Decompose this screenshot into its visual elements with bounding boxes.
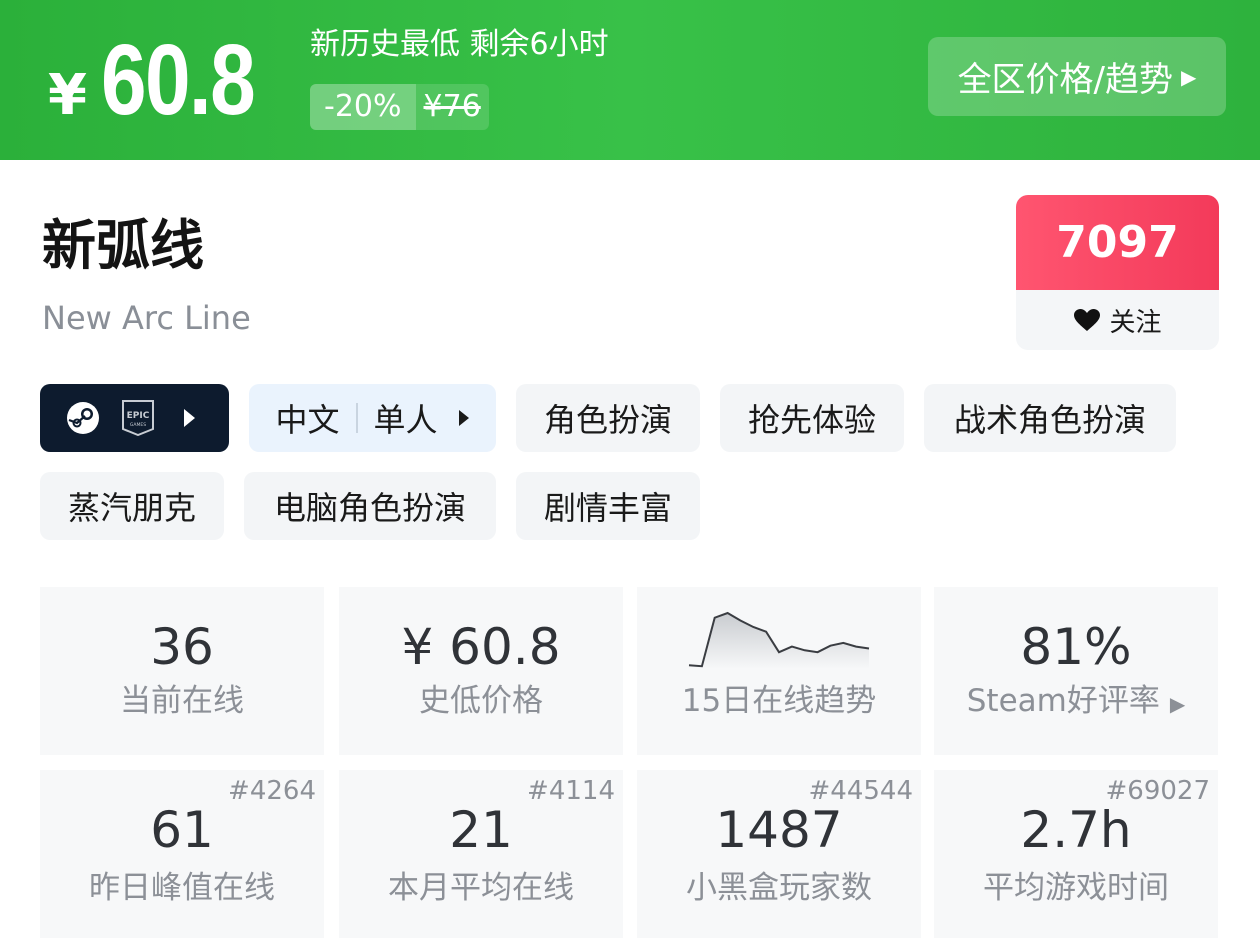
stat-label: 史低价格 — [419, 683, 543, 719]
stat-label: 本月平均在线 — [388, 870, 574, 906]
stat-label: 当前在线 — [120, 683, 244, 719]
stat-lowest-price: ¥ 60.8 史低价格 — [339, 587, 623, 755]
language-mode-tag[interactable]: 中文 单人 — [249, 384, 496, 452]
original-price: ¥76 — [415, 84, 489, 130]
stat-value: 2.7h — [1020, 801, 1132, 859]
stat-value: 21 — [449, 801, 513, 859]
stat-avg-playtime: #69027 2.7h 平均游戏时间 — [934, 770, 1218, 938]
stat-label: 昨日峰值在线 — [89, 870, 275, 906]
price-trend-label: 全区价格/趋势 — [957, 60, 1174, 100]
stat-label-row: Steam好评率 ▶ — [934, 679, 1218, 726]
stat-label: 15日在线趋势 — [681, 683, 877, 719]
stat-current-online: 36 当前在线 — [40, 587, 324, 755]
price-currency: ¥ — [48, 63, 87, 128]
genre-tag[interactable]: 剧情丰富 — [516, 472, 700, 540]
mode-label: 单人 — [373, 401, 438, 439]
sparkline-area — [689, 613, 869, 669]
chevron-right-icon — [184, 409, 195, 427]
stat-value: 61 — [150, 801, 214, 859]
price-banner: ¥ 60.8 新历史最低 剩余6小时 -20% ¥76 全区价格/趋势 ▶ — [0, 0, 1260, 160]
stat-value: ¥ 60.8 — [401, 618, 561, 676]
price-trend-button[interactable]: 全区价格/趋势 ▶ — [928, 37, 1226, 116]
game-title: 新弧线 — [42, 214, 204, 277]
current-price: ¥ 60.8 — [48, 28, 288, 132]
heart-icon — [1074, 309, 1101, 331]
stat-label: 平均游戏时间 — [983, 870, 1169, 906]
deal-text: 新历史最低 剩余6小时 — [310, 27, 609, 62]
stat-value: 36 — [150, 618, 214, 676]
genre-tag[interactable]: 蒸汽朋克 — [40, 472, 224, 540]
game-subtitle: New Arc Line — [42, 299, 251, 337]
genre-tag[interactable]: 角色扮演 — [516, 384, 700, 452]
language-label: 中文 — [275, 401, 340, 439]
stat-steam-rating[interactable]: 81% Steam好评率 ▶ — [934, 587, 1218, 755]
svg-text:EPIC: EPIC — [127, 411, 150, 421]
stat-heybox-players: #44544 1487 小黑盒玩家数 — [637, 770, 921, 938]
divider — [355, 403, 358, 433]
price-value: 60.8 — [100, 24, 256, 136]
stat-label: Steam好评率 — [966, 683, 1160, 719]
discount-badge: -20% ¥76 — [310, 84, 489, 130]
svg-text:GAMES: GAMES — [130, 422, 146, 428]
epic-games-icon: EPIC GAMES — [122, 400, 154, 436]
platform-tag[interactable]: EPIC GAMES — [40, 384, 229, 452]
follow-card[interactable]: 7097 关注 — [1016, 195, 1219, 350]
genre-tag[interactable]: 电脑角色扮演 — [244, 472, 496, 540]
follow-label: 关注 — [1109, 307, 1162, 338]
genre-tag[interactable]: 抢先体验 — [720, 384, 904, 452]
follow-button[interactable]: 关注 — [1016, 290, 1219, 350]
stat-label: 小黑盒玩家数 — [686, 870, 872, 906]
genre-tag[interactable]: 战术角色扮演 — [924, 384, 1176, 452]
stat-value: 1487 — [715, 801, 843, 859]
chevron-right-icon: ▶ — [1169, 692, 1186, 716]
trend-sparkline — [688, 611, 870, 669]
follow-count: 7097 — [1016, 195, 1219, 290]
chevron-right-icon: ▶ — [1181, 64, 1197, 89]
stat-monthly-avg: #4114 21 本月平均在线 — [339, 770, 623, 938]
steam-icon — [67, 402, 99, 434]
stat-trend[interactable]: 15日在线趋势 — [637, 587, 921, 755]
stat-value: 81% — [1020, 618, 1132, 676]
stat-peak-yesterday: #4264 61 昨日峰值在线 — [40, 770, 324, 938]
chevron-right-icon — [458, 410, 469, 426]
discount-percent: -20% — [310, 84, 416, 130]
